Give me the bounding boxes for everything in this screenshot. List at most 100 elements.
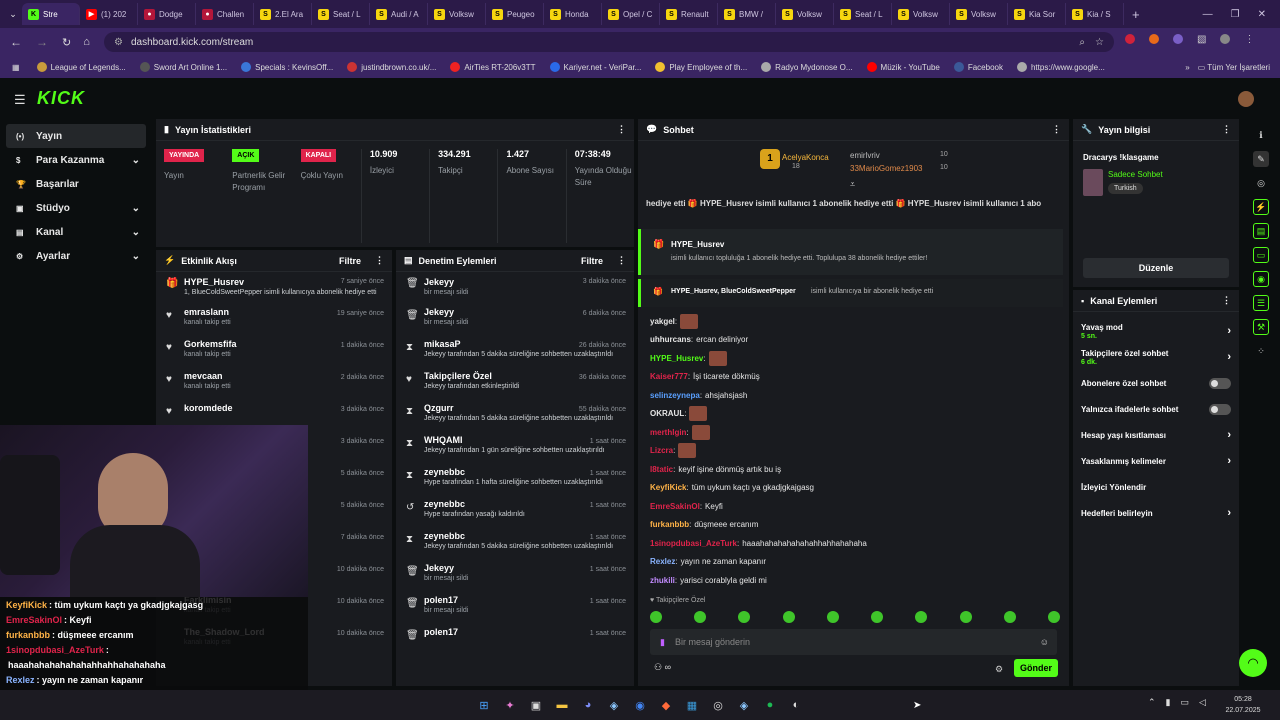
feed-item[interactable]: 🗑 Jekeyy bir mesajı sildi 6 dakika önce xyxy=(396,304,634,336)
feed-item[interactable]: 🗑 polen17 bir mesajı sildi 1 saat önce xyxy=(396,592,634,624)
extension-icon[interactable] xyxy=(1173,34,1183,44)
chat-rail-icon[interactable]: ▭ xyxy=(1253,247,1269,263)
sidebar-item[interactable]: (•) Yayın xyxy=(6,124,146,148)
browser-tab[interactable]: S Kia / S xyxy=(1066,3,1124,25)
stream-category[interactable]: Sadece Sohbet xyxy=(1108,170,1163,179)
photos-icon[interactable]: ▦ xyxy=(682,695,702,715)
chat-users-icon[interactable]: ⚇ ∞ xyxy=(654,662,671,673)
bookmark-item[interactable]: League of Legends... xyxy=(30,62,133,72)
feed-item[interactable]: ♥ emraslann kanalı takip etti 19 saniye önc… xyxy=(156,304,392,336)
chat-username[interactable]: uhhurcans xyxy=(650,335,691,344)
channel-action-item[interactable]: Yalnızca ifadelerle sohbet xyxy=(1073,396,1239,422)
leader-name[interactable]: AcelyaKonca xyxy=(782,153,829,162)
bookmark-item[interactable]: Sword Art Online 1... xyxy=(133,62,234,72)
feed-item[interactable]: ⧗ WHQAMI Jekeyy tarafından 1 gün süreliğin… xyxy=(396,432,634,464)
activity-filter-button[interactable]: Filtre xyxy=(339,256,361,266)
emote-icon[interactable] xyxy=(871,611,884,623)
mic-icon[interactable]: ▮ xyxy=(660,637,665,648)
chat-username[interactable]: KeyfiKick xyxy=(650,483,686,492)
feed-item[interactable]: 🗑 Jekeyy bir mesajı sildi 1 saat önce xyxy=(396,560,634,592)
all-bookmarks[interactable]: ▭ Tüm Yer İşaretleri xyxy=(1198,63,1270,72)
browser-tab[interactable]: S BMW / xyxy=(718,3,776,25)
doc-rail-icon[interactable]: ▤ xyxy=(1253,223,1269,239)
broadcast-rail-icon[interactable]: ◉ xyxy=(1253,271,1269,287)
browser-tab[interactable]: S Seat / L xyxy=(834,3,892,25)
volume-icon[interactable]: ◁ xyxy=(1199,697,1206,708)
browser-tab[interactable]: S Opel / C xyxy=(602,3,660,25)
chat-username[interactable]: Lizcra xyxy=(650,446,673,455)
store-icon[interactable]: ▣ xyxy=(526,695,546,715)
apps-grid-icon[interactable]: ▦ xyxy=(12,63,20,72)
feed-item[interactable]: 🎁 HYPE_Husrev 1, BlueColdSweetPepper isiml… xyxy=(156,272,392,304)
emote-icon[interactable] xyxy=(1003,611,1016,623)
hamburger-menu-icon[interactable]: ☰ xyxy=(14,92,26,108)
app-icon[interactable]: ◆ xyxy=(656,695,676,715)
feed-item[interactable]: ⧗ mikasaP Jekeyy tarafından 5 dakika sürel… xyxy=(396,336,634,368)
browser-tab[interactable]: ● Challen xyxy=(196,3,254,25)
chat-username[interactable]: OKRAUL xyxy=(650,409,684,418)
feed-item[interactable]: 🗑 polen17 1 saat önce xyxy=(396,624,634,656)
chrome-icon[interactable]: ◉ xyxy=(630,695,650,715)
sidebar-item[interactable]: ▤ Kanal ⌄ xyxy=(6,220,146,244)
chat-username[interactable]: yakgel xyxy=(650,317,675,326)
activity-menu-icon[interactable]: ⋮ xyxy=(375,255,384,266)
emote-icon[interactable] xyxy=(915,611,928,623)
pencil-icon[interactable]: ✎ xyxy=(1253,151,1269,167)
folder-icon[interactable]: ▬ xyxy=(552,695,572,715)
extension-icon[interactable] xyxy=(1125,34,1135,44)
xbox-icon[interactable]: ◎ xyxy=(708,695,728,715)
chat-message[interactable]: Kaiser777: İşi ticarete dökmüş xyxy=(638,368,1063,387)
browser-tab[interactable]: K Stre xyxy=(22,3,80,25)
chat-menu-icon[interactable]: ⋮ xyxy=(1052,124,1061,135)
chat-username[interactable]: Rexlez xyxy=(650,557,675,566)
bookmark-item[interactable]: https://www.google... xyxy=(1010,62,1112,72)
feed-item[interactable]: ↺ zeynebbc Hype tarafından yasağı kaldırıl… xyxy=(396,496,634,528)
maximize-icon[interactable]: ❐ xyxy=(1231,9,1240,20)
add-widget-icon[interactable]: ⁘ xyxy=(1253,343,1269,359)
bookmark-item[interactable]: Müzik - YouTube xyxy=(860,62,947,72)
chat-username[interactable]: selinzeynepa xyxy=(650,391,700,400)
feed-item[interactable]: ⧗ Qzgurr Jekeyy tarafından 5 dakika süreli… xyxy=(396,400,634,432)
moderation-menu-icon[interactable]: ⋮ xyxy=(617,255,626,266)
sidebar-item[interactable]: ▣ Stüdyo ⌄ xyxy=(6,196,146,220)
chat-message[interactable]: furkanbbb: düşmeee ercanım xyxy=(638,516,1063,535)
channel-action-item[interactable]: Yasaklanmış kelimeler › xyxy=(1073,448,1239,474)
browser-tab[interactable]: S Volksw xyxy=(892,3,950,25)
channel-action-item[interactable]: Takipçilere özel sohbet 6 dk. › xyxy=(1073,344,1239,370)
browser-tab[interactable]: S Renault xyxy=(660,3,718,25)
emote-icon[interactable] xyxy=(959,611,972,623)
feed-item[interactable]: ♥ Gorkemsfifa kanalı takip etti 1 dakika ön… xyxy=(156,336,392,368)
extension-icon[interactable] xyxy=(1149,34,1159,44)
emote-icon[interactable] xyxy=(782,611,795,623)
bookmark-item[interactable]: Play Employee of th... xyxy=(648,62,754,72)
network-icon[interactable]: ▭ xyxy=(1181,697,1190,708)
feed-item[interactable]: ♥ Takipçilere Özel Jekeyy tarafından etkin… xyxy=(396,368,634,400)
spotify-icon[interactable]: ● xyxy=(760,695,780,715)
chat-message[interactable]: l8tatic: keyif işine dönmüş artık bu iş xyxy=(638,460,1063,479)
browser-tab[interactable]: S Volksw xyxy=(428,3,486,25)
emote-icon[interactable] xyxy=(826,611,839,623)
moderation-filter-button[interactable]: Filtre xyxy=(581,256,603,266)
new-tab-icon[interactable]: + xyxy=(1132,7,1140,22)
feed-item[interactable]: ♥ mevcaan kanalı takip etti 2 dakika önce xyxy=(156,368,392,400)
sidebar-item[interactable]: ⚙ Ayarlar ⌄ xyxy=(6,244,146,268)
url-bar[interactable]: ⚙ dashboard.kick.com/stream ⌕ ☆ xyxy=(104,32,1114,52)
chat-message[interactable]: HYPE_Husrev: xyxy=(638,349,1063,368)
chat-username[interactable]: furkanbbb xyxy=(650,520,689,529)
stats-menu-icon[interactable]: ⋮ xyxy=(617,124,626,135)
chat-message[interactable]: OKRAUL: xyxy=(638,405,1063,424)
emote-icon[interactable] xyxy=(1047,611,1060,623)
reload-icon[interactable]: ↻ xyxy=(62,36,71,49)
chat-message[interactable]: 1sinopdubasi_AzeTurk: haaahahahahahahahha… xyxy=(638,534,1063,553)
chat-username[interactable]: Kaiser777 xyxy=(650,372,688,381)
browser-tab[interactable]: S Audi / A xyxy=(370,3,428,25)
expand-leaderboard-icon[interactable]: ⩡ xyxy=(850,179,855,190)
minimize-icon[interactable]: — xyxy=(1203,9,1213,20)
chat-settings-icon[interactable]: ⚙ xyxy=(995,664,1003,675)
help-chat-icon[interactable]: ◠ xyxy=(1239,649,1267,677)
leader-name[interactable]: emirlvriv xyxy=(850,151,880,160)
chat-message[interactable]: yakgel: xyxy=(638,312,1063,331)
zoom-search-icon[interactable]: ⌕ xyxy=(1079,37,1085,48)
profile-avatar[interactable] xyxy=(1220,34,1231,44)
bolt-rail-icon[interactable]: ⚡ xyxy=(1253,199,1269,215)
